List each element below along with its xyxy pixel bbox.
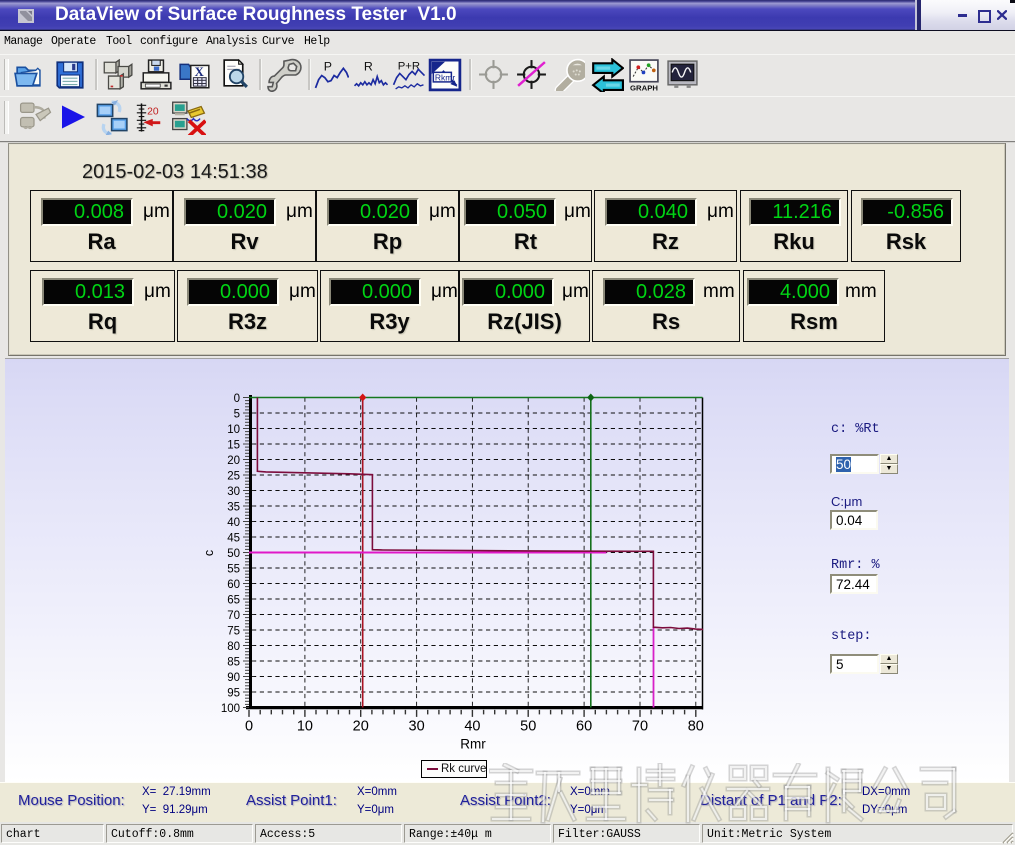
svg-text:40: 40 — [464, 719, 480, 735]
svg-text:75: 75 — [227, 625, 240, 637]
svg-text:Rmr: Rmr — [460, 737, 486, 752]
svg-text:20: 20 — [227, 455, 240, 467]
svg-text:80: 80 — [688, 719, 704, 735]
svg-text:60: 60 — [576, 719, 592, 735]
svg-text:60: 60 — [227, 579, 240, 591]
svg-text:20: 20 — [147, 107, 159, 118]
svg-text:70: 70 — [227, 610, 240, 622]
svg-text:100: 100 — [221, 703, 240, 715]
svg-text:30: 30 — [227, 486, 240, 498]
svg-text:GRAPH: GRAPH — [630, 83, 658, 91]
svg-text:35: 35 — [227, 501, 240, 513]
svg-text:X: X — [195, 65, 205, 79]
svg-text:95: 95 — [227, 687, 240, 699]
svg-text:90: 90 — [227, 672, 240, 684]
svg-text:80: 80 — [227, 641, 240, 653]
svg-text:15: 15 — [227, 439, 240, 451]
svg-text:40: 40 — [227, 517, 240, 529]
svg-text:0: 0 — [245, 719, 253, 735]
svg-text:30: 30 — [409, 719, 425, 735]
svg-text:25: 25 — [227, 470, 240, 482]
svg-text:5: 5 — [234, 408, 240, 420]
svg-text:50: 50 — [520, 719, 536, 735]
svg-text:Rkmr: Rkmr — [435, 72, 455, 82]
svg-text:20: 20 — [353, 719, 369, 735]
svg-text:10: 10 — [297, 719, 313, 735]
svg-text:c: c — [202, 550, 216, 556]
svg-text:65: 65 — [227, 594, 240, 606]
svg-text:50: 50 — [227, 548, 240, 560]
svg-text:70: 70 — [632, 719, 648, 735]
svg-text:45: 45 — [227, 532, 240, 544]
svg-text:55: 55 — [227, 563, 240, 575]
svg-text:0: 0 — [234, 393, 240, 405]
svg-text:R: R — [364, 59, 373, 73]
svg-text:85: 85 — [227, 656, 240, 668]
svg-text:P: P — [324, 59, 332, 73]
svg-text:10: 10 — [227, 424, 240, 436]
